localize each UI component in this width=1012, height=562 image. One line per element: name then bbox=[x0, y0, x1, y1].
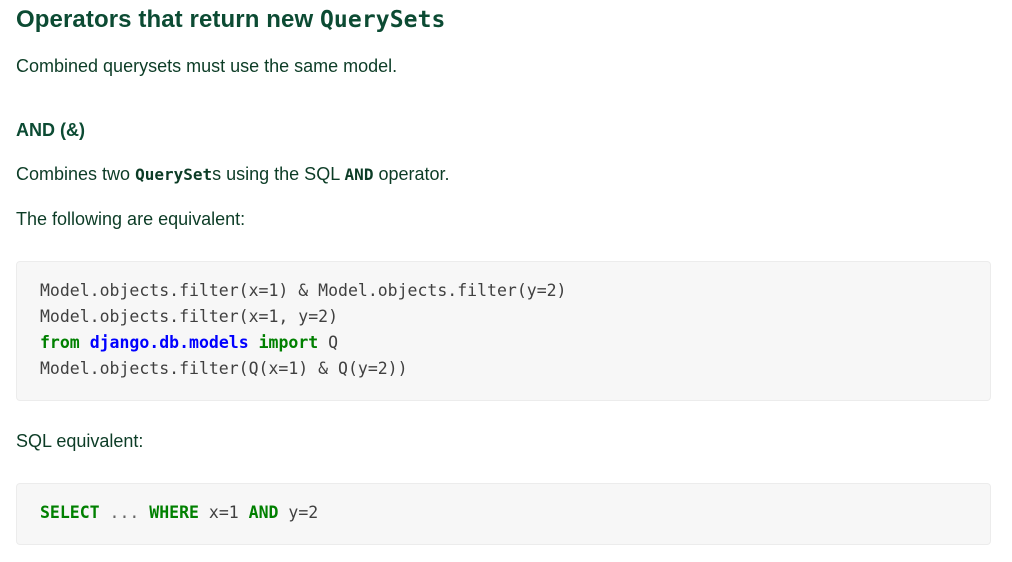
import-name: Q bbox=[328, 333, 339, 352]
sql-ellipsis: ... bbox=[109, 503, 140, 522]
python-code: Model.objects.filter(x=1) & Model.object… bbox=[40, 278, 567, 382]
sql-condition-2: y=2 bbox=[288, 503, 319, 522]
inline-code-and: AND bbox=[344, 165, 374, 184]
keyword-import: import bbox=[258, 333, 319, 352]
description-paragraph: Combines two QuerySets using the SQL AND… bbox=[16, 164, 450, 185]
description-mid: s using the SQL bbox=[212, 164, 345, 184]
subsection-heading: AND (&) bbox=[16, 120, 85, 140]
sql-keyword-select: SELECT bbox=[40, 503, 100, 522]
intro-paragraph: Combined querysets must use the same mod… bbox=[16, 56, 398, 76]
sql-keyword-where: WHERE bbox=[149, 503, 199, 522]
sql-label: SQL equivalent: bbox=[16, 431, 144, 451]
doc-page: Operators that return new QuerySets Comb… bbox=[0, 0, 1012, 562]
section-heading-text: Operators that return new bbox=[16, 6, 320, 33]
sql-code-block: SELECT ... WHERE x=1 AND y=2 bbox=[16, 483, 991, 545]
keyword-from: from bbox=[40, 333, 80, 352]
sql-code: SELECT ... WHERE x=1 AND y=2 bbox=[40, 500, 318, 526]
equivalent-paragraph: The following are equivalent: bbox=[16, 209, 246, 229]
code-line-1: Model.objects.filter(x=1) & Model.object… bbox=[40, 281, 567, 300]
code-line-4: Model.objects.filter(Q(x=1) & Q(y=2)) bbox=[40, 359, 408, 378]
sql-keyword-and: AND bbox=[248, 503, 279, 522]
description-post: operator. bbox=[373, 164, 450, 184]
section-heading: Operators that return new QuerySets bbox=[16, 6, 446, 34]
section-heading-code: QuerySets bbox=[319, 7, 446, 33]
python-code-block: Model.objects.filter(x=1) & Model.object… bbox=[16, 261, 991, 401]
description-pre: Combines two bbox=[16, 164, 136, 184]
code-line-2: Model.objects.filter(x=1, y=2) bbox=[40, 307, 339, 326]
sql-condition-1: x=1 bbox=[208, 503, 239, 522]
module-name: django.db.models bbox=[89, 333, 249, 352]
inline-code-queryset: QuerySet bbox=[135, 165, 213, 184]
